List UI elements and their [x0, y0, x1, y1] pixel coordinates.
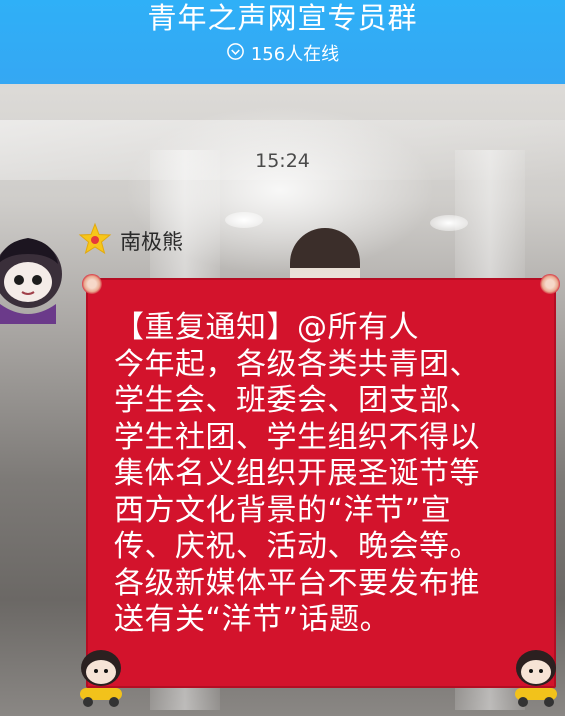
sender-row: 南极熊 — [78, 222, 183, 260]
online-status[interactable]: 156人在线 — [0, 42, 565, 68]
bubble-corner-ornament — [82, 274, 102, 294]
bubble-corner-ornament — [540, 274, 560, 294]
message-bubble[interactable]: 【重复通知】@所有人 今年起，各级各类共青团、 学生会、班委会、团支部、 学生社… — [82, 274, 560, 688]
cartoon-sticker — [72, 642, 130, 708]
online-count: 156人在线 — [250, 44, 340, 65]
avatar[interactable] — [0, 224, 64, 324]
chevron-down-circle-icon — [226, 42, 245, 68]
sender-name: 南极熊 — [120, 230, 183, 254]
chat-header[interactable]: 青年之声网宣专员群 156人在线 — [0, 0, 565, 84]
cartoon-sticker — [507, 642, 565, 708]
message-text: 【重复通知】@所有人 今年起，各级各类共青团、 学生会、班委会、团支部、 学生社… — [114, 310, 480, 637]
group-title: 青年之声网宣专员群 — [147, 1, 418, 35]
star-badge-icon — [78, 222, 112, 260]
message-timestamp: 15:24 — [255, 150, 310, 172]
